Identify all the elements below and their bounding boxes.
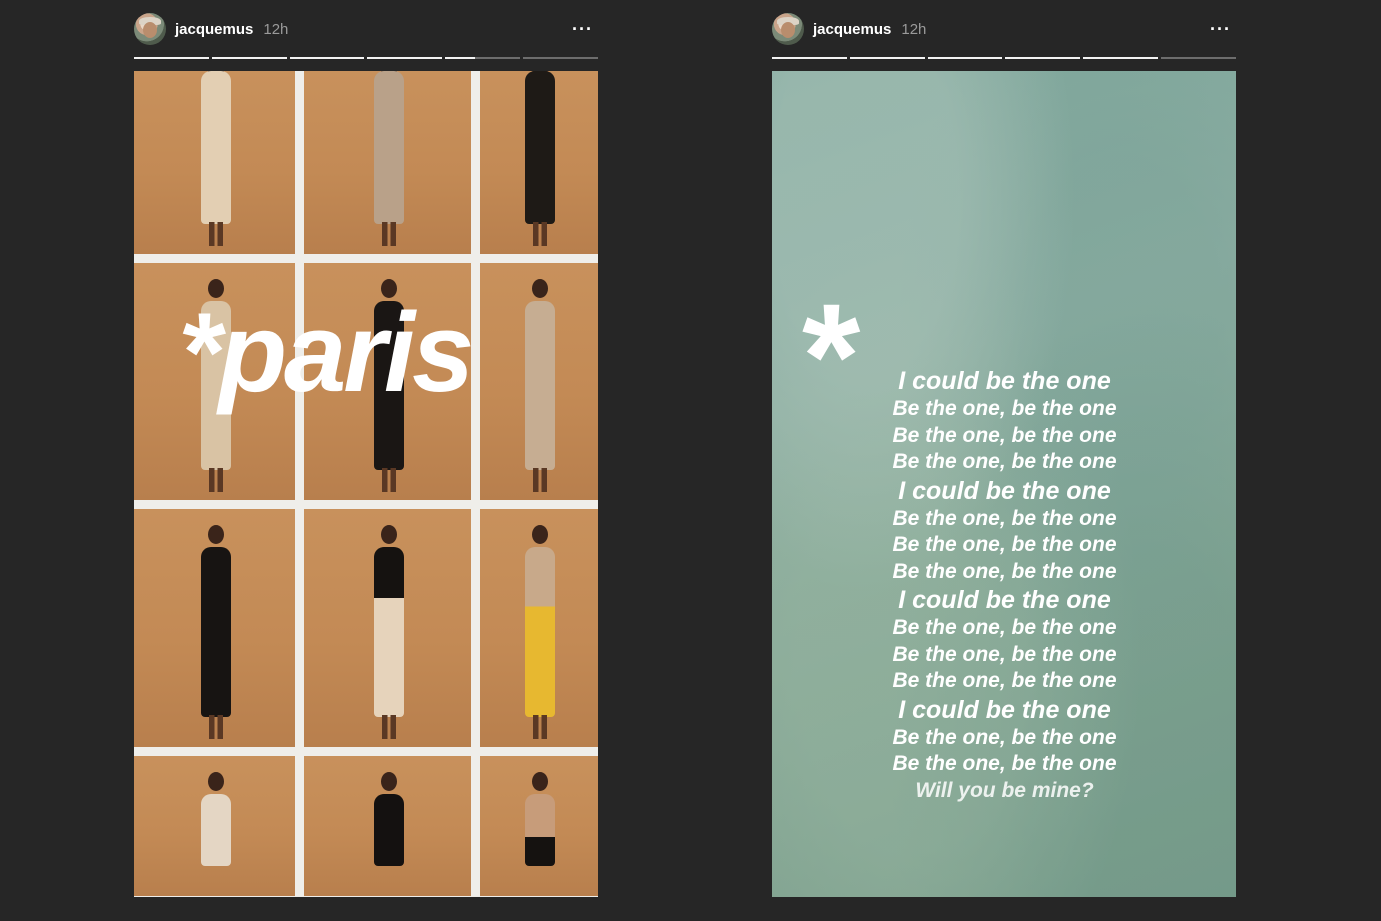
story-header: jacquemus 12h ···	[134, 12, 598, 46]
avatar-face	[781, 22, 795, 38]
lyric-line: Be the one, be the one	[892, 642, 1117, 666]
lookbook-photo	[480, 756, 598, 896]
asterisk-text: *	[802, 272, 861, 440]
lyric-line: Be the one, be the one	[892, 423, 1117, 447]
progress-segment	[445, 57, 521, 59]
lookbook-photo	[134, 756, 295, 896]
avatar[interactable]	[772, 13, 804, 45]
avatar[interactable]	[134, 13, 166, 45]
story-right[interactable]: jacquemus 12h ··· * I could be the one Be…	[772, 0, 1236, 921]
lyric-line: Be the one, be the one	[892, 616, 1117, 639]
progress-segment-fill	[367, 57, 443, 59]
more-icon[interactable]: ···	[572, 20, 593, 38]
story-progress	[134, 57, 598, 59]
progress-segment	[211, 57, 287, 59]
lookbook-photo	[480, 71, 598, 254]
lookbook-photo-grid	[134, 71, 598, 897]
story-media[interactable]: *paris	[134, 71, 598, 897]
lookbook-photo	[304, 756, 471, 896]
lyric-line: Be the one, be the one	[892, 669, 1117, 692]
story-overlay-text: *paris	[178, 290, 474, 415]
lyric-line: Be the one, be the one	[892, 725, 1117, 749]
progress-segment-fill	[1083, 57, 1159, 59]
timestamp: 12h	[901, 20, 927, 38]
lyric-line: Be the one, be the one	[892, 450, 1117, 473]
story-left[interactable]: jacquemus 12h ··· *paris	[134, 0, 598, 921]
lyric-line: Be the one, be the one	[892, 752, 1117, 775]
more-icon[interactable]: ···	[1210, 20, 1231, 38]
story-progress	[772, 57, 1236, 59]
lyric-line: Will you be mine?	[915, 778, 1094, 802]
progress-segment-fill	[927, 57, 1003, 59]
lyric-line: I could be the one	[898, 695, 1111, 724]
lyric-line: Be the one, be the one	[892, 397, 1117, 420]
lyric-line: Be the one, be the one	[892, 506, 1117, 530]
progress-segment	[134, 57, 209, 59]
lyric-line: Be the one, be the one	[892, 533, 1117, 556]
avatar-face	[143, 22, 157, 38]
progress-segment	[927, 57, 1003, 59]
progress-segment	[1161, 57, 1236, 59]
progress-segment	[849, 57, 925, 59]
lyrics-text: I could be the one Be the one, be the one…	[862, 366, 1147, 804]
lookbook-photo	[304, 71, 471, 254]
lyric-line: I could be the one	[898, 367, 1111, 395]
lookbook-photo	[304, 509, 471, 747]
username[interactable]: jacquemus	[175, 21, 253, 38]
lyric-line: I could be the one	[898, 476, 1111, 505]
lyric-line: I could be the one	[898, 586, 1111, 614]
progress-segment	[289, 57, 365, 59]
username[interactable]: jacquemus	[813, 21, 891, 38]
lookbook-photo	[134, 71, 295, 254]
progress-segment-fill	[849, 57, 925, 59]
lyric-line: Be the one, be the one	[892, 559, 1117, 583]
progress-segment	[1005, 57, 1081, 59]
progress-segment-fill	[134, 57, 209, 59]
timestamp: 12h	[263, 20, 289, 38]
progress-segment-fill	[1005, 57, 1081, 59]
story-header: jacquemus 12h ···	[772, 12, 1236, 46]
story-media[interactable]: * I could be the one Be the one, be the o…	[772, 71, 1236, 897]
progress-segment-fill	[445, 57, 476, 59]
progress-segment	[523, 57, 598, 59]
progress-segment	[1083, 57, 1159, 59]
progress-segment	[772, 57, 847, 59]
progress-segment	[367, 57, 443, 59]
progress-segment-fill	[211, 57, 287, 59]
lookbook-photo	[480, 263, 598, 500]
progress-segment-fill	[289, 57, 365, 59]
lookbook-photo	[480, 509, 598, 747]
progress-segment-fill	[772, 57, 847, 59]
lookbook-photo	[134, 509, 295, 747]
